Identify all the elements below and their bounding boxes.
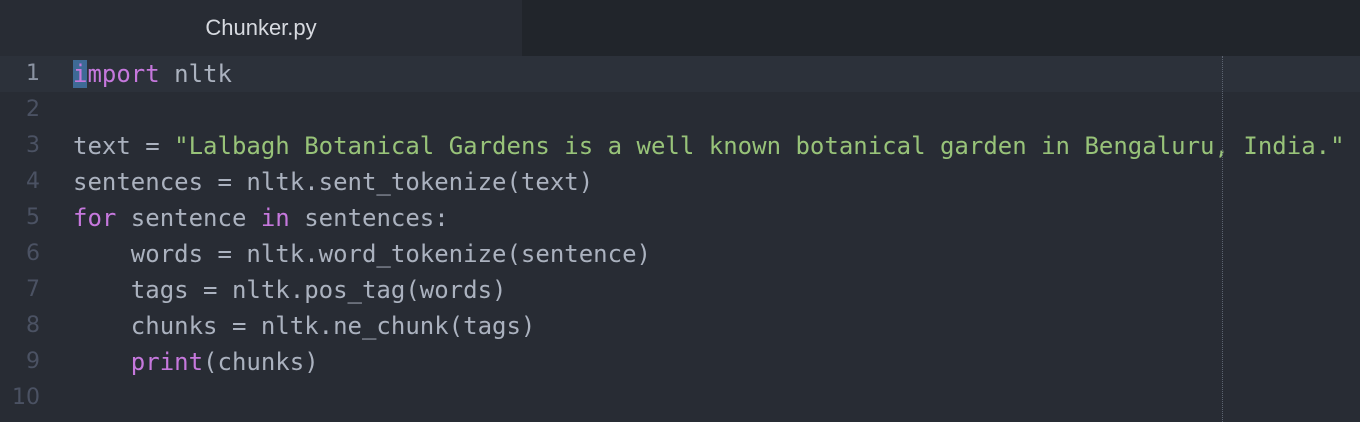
tab-bar: Chunker.py [0, 0, 1360, 56]
code-line[interactable]: 9 print(chunks) [0, 344, 1360, 380]
line-number: 3 [26, 133, 40, 158]
line-number: 2 [26, 97, 40, 122]
code-line[interactable]: 8 chunks = nltk.ne_chunk(tags) [0, 308, 1360, 344]
string-token: "Lalbagh Botanical Gardens is a well kno… [174, 132, 1345, 160]
code-line[interactable]: 10 [0, 380, 1360, 416]
code-token: sentences = nltk.sent_tokenize(text) [73, 168, 594, 196]
line-number: 6 [26, 241, 40, 266]
code-token: words = nltk.word_tokenize(sentence) [73, 240, 651, 268]
code-token: tags = nltk.pos_tag(words) [73, 276, 507, 304]
code-editor[interactable]: 1 import nltk 2 3 text = "Lalbagh Botanical … [0, 56, 1360, 422]
keyword-token: print [130, 348, 204, 376]
line-code: words = nltk.word_tokenize(sentence) [73, 236, 651, 272]
code-token: sentence [116, 204, 261, 232]
line-code: print(chunks) [73, 344, 319, 380]
tab-title: Chunker.py [205, 15, 317, 40]
code-token: nltk [159, 60, 232, 88]
code-token: sentences: [289, 204, 449, 232]
line-code: sentences = nltk.sent_tokenize(text) [73, 164, 593, 200]
code-token: (chunks) [203, 348, 319, 376]
code-line[interactable]: 5 for sentence in sentences: [0, 200, 1360, 236]
code-token: text = [73, 132, 175, 160]
line-number: 7 [26, 277, 40, 302]
code-token: chunks = nltk.ne_chunk(tags) [73, 312, 536, 340]
tab-chunker-py[interactable]: Chunker.py [0, 0, 522, 56]
line-code: tags = nltk.pos_tag(words) [73, 272, 507, 308]
line-number: 4 [26, 169, 40, 194]
line-number: 9 [26, 349, 40, 374]
text-cursor: i [73, 60, 88, 88]
line-code: chunks = nltk.ne_chunk(tags) [73, 308, 536, 344]
keyword-token: import [73, 60, 160, 88]
keyword-token: for [73, 204, 117, 232]
line-code: text = "Lalbagh Botanical Gardens is a w… [73, 128, 1345, 164]
line-number: 10 [12, 385, 40, 410]
line-number: 1 [26, 61, 40, 86]
line-code: import nltk [73, 56, 232, 92]
line-number: 8 [26, 313, 40, 338]
line-number: 5 [26, 205, 40, 230]
code-line[interactable]: 7 tags = nltk.pos_tag(words) [0, 272, 1360, 308]
code-line[interactable]: 6 words = nltk.word_tokenize(sentence) [0, 236, 1360, 272]
code-line[interactable]: 4 sentences = nltk.sent_tokenize(text) [0, 164, 1360, 200]
code-line[interactable]: 1 import nltk [0, 56, 1360, 92]
wrap-guide [1222, 56, 1223, 422]
line-code: for sentence in sentences: [73, 200, 449, 236]
code-line[interactable]: 2 [0, 92, 1360, 128]
keyword-token: in [260, 204, 290, 232]
code-line[interactable]: 3 text = "Lalbagh Botanical Gardens is a … [0, 128, 1360, 164]
